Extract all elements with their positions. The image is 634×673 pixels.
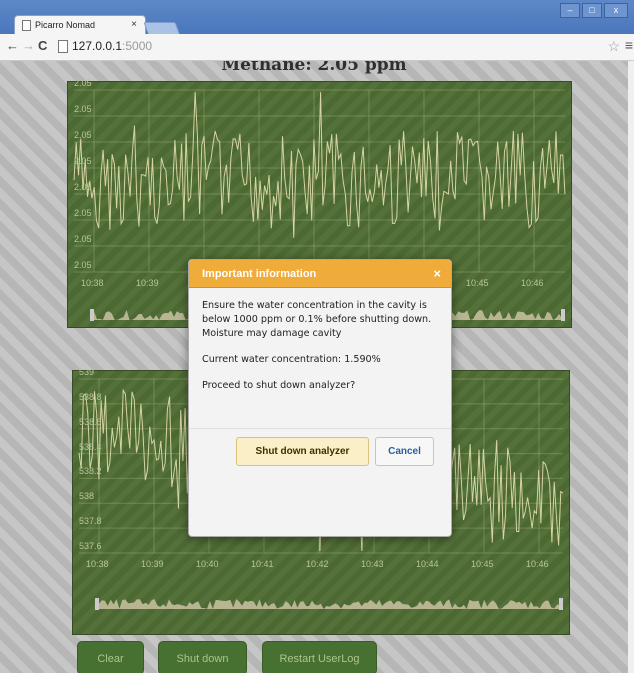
cancel-button[interactable]: Cancel bbox=[375, 437, 434, 466]
minimize-icon[interactable]: – bbox=[560, 3, 580, 18]
page-content: Methane: 2.05 ppm 2.05 2.05 2.05 2.05 2.05 2.… bbox=[0, 61, 628, 673]
star-icon[interactable]: ☆ bbox=[607, 38, 620, 55]
back-arrow-icon[interactable]: ← bbox=[6, 39, 19, 53]
browser-titlebar: Picarro Nomad × – □ x bbox=[0, 0, 634, 36]
dialog-footer: Shut down analyzer Cancel bbox=[189, 428, 451, 466]
hamburger-menu-icon[interactable]: ≡ bbox=[625, 37, 633, 53]
browser-tab[interactable]: Picarro Nomad × bbox=[14, 15, 146, 35]
water-concentration-text: Current water concentration: 1.590% bbox=[202, 354, 381, 365]
scrollbar[interactable] bbox=[628, 61, 634, 673]
reload-icon[interactable]: C bbox=[38, 39, 47, 53]
page-icon bbox=[22, 20, 31, 31]
browser-toolbar: ← → C 127.0.0.1:5000 ☆ ≡ bbox=[0, 34, 634, 61]
close-tab-icon[interactable]: × bbox=[131, 19, 137, 30]
dialog-header: Important information × bbox=[189, 260, 451, 288]
confirm-question: Proceed to shut down analyzer? bbox=[202, 380, 356, 391]
window-controls: – □ x bbox=[560, 3, 628, 18]
important-information-dialog: Important information × Ensure the water… bbox=[188, 259, 452, 537]
warning-text: Ensure the water concentration in the ca… bbox=[202, 300, 432, 339]
url-text: 127.0.0.1:5000 bbox=[72, 39, 153, 53]
close-window-icon[interactable]: x bbox=[604, 3, 628, 18]
tab-title: Picarro Nomad bbox=[35, 20, 96, 30]
close-icon[interactable]: × bbox=[433, 266, 441, 281]
shut-down-analyzer-button[interactable]: Shut down analyzer bbox=[236, 437, 369, 466]
page-icon bbox=[58, 40, 68, 53]
forward-arrow-icon[interactable]: → bbox=[22, 39, 35, 53]
dialog-title: Important information bbox=[202, 268, 317, 280]
maximize-icon[interactable]: □ bbox=[582, 3, 602, 18]
dialog-body: Ensure the water concentration in the ca… bbox=[189, 288, 451, 393]
address-bar[interactable]: 127.0.0.1:5000 bbox=[56, 38, 616, 55]
